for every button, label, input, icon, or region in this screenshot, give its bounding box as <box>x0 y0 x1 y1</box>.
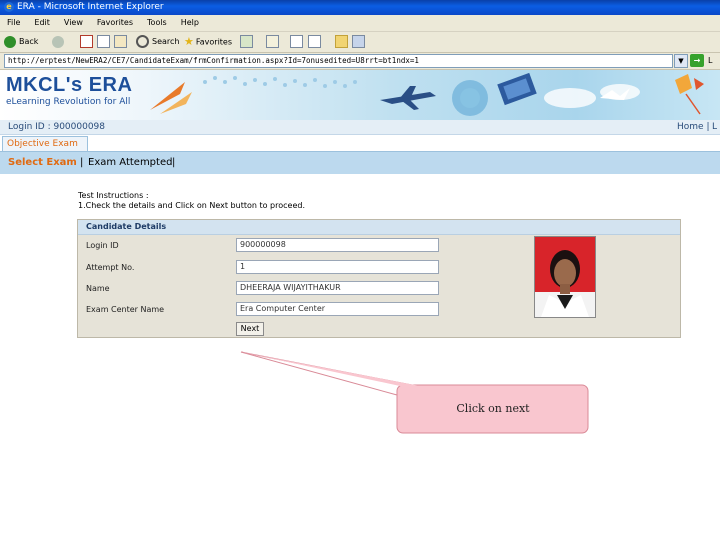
chevron-down-icon: ▼ <box>678 57 684 65</box>
name-label: Name <box>86 284 110 293</box>
airplane-graphic <box>380 86 436 110</box>
dotted-pattern <box>203 76 357 88</box>
name-field[interactable]: DHEERAJA WIJAYITHAKUR <box>236 281 439 295</box>
exam-center-field[interactable]: Era Computer Center <box>236 302 439 316</box>
home-button[interactable] <box>114 35 127 49</box>
print-icon <box>290 35 303 48</box>
window-title-bar: e ERA - Microsoft Internet Explorer <box>0 0 720 15</box>
logo-prefix: MKCL's <box>6 74 83 96</box>
instructions-title: Test Instructions : <box>78 191 149 200</box>
back-arrow-icon <box>4 35 16 48</box>
address-input[interactable]: http://erptest/NewERA2/CE7/CandidateExam… <box>4 54 673 68</box>
tab-row: Objective Exam <box>0 135 720 152</box>
candidate-details-panel: Candidate Details Login ID 900000098 Att… <box>77 219 681 338</box>
go-arrow-icon: → <box>693 56 701 65</box>
nav-separator: | <box>80 157 84 168</box>
login-id-field[interactable]: 900000098 <box>236 238 439 252</box>
research-button[interactable] <box>352 35 365 49</box>
home-link-label: Home <box>677 122 704 132</box>
back-label: Back <box>19 37 39 46</box>
stop-button[interactable] <box>80 35 93 49</box>
print-button[interactable] <box>290 35 303 49</box>
login-strip: Login ID : 900000098 Home | L <box>0 120 720 135</box>
callout-text: Click on next <box>456 402 530 415</box>
next-button[interactable]: Next <box>236 322 264 336</box>
menu-favorites[interactable]: Favorites <box>90 15 140 31</box>
address-bar: http://erptest/NewERA2/CE7/CandidateExam… <box>0 53 720 70</box>
favorites-button[interactable]: ★ Favorites <box>184 35 232 49</box>
folder-button[interactable] <box>335 35 348 49</box>
favorites-star-icon: ★ <box>184 35 194 48</box>
history-icon <box>240 35 253 48</box>
go-button[interactable]: → <box>690 54 704 67</box>
logout-link[interactable]: L <box>712 120 717 134</box>
favorites-label: Favorites <box>195 37 233 47</box>
menu-file[interactable]: File <box>0 15 27 31</box>
window-title: ERA - Microsoft Internet Explorer <box>17 2 164 12</box>
edit-icon <box>308 35 321 48</box>
candidate-details-header: Candidate Details <box>78 220 680 235</box>
links-label[interactable]: L <box>708 53 712 69</box>
swoosh-arrows <box>150 82 192 114</box>
search-label: Search <box>152 37 180 46</box>
attempt-no-label: Attempt No. <box>86 263 135 272</box>
home-icon <box>114 35 127 48</box>
menu-edit[interactable]: Edit <box>27 15 57 31</box>
logo-tagline: eLearning Revolution for All <box>6 97 131 107</box>
menu-help[interactable]: Help <box>174 15 206 31</box>
photo-portrait <box>535 237 595 317</box>
kite-graphic <box>675 74 704 115</box>
research-icon <box>352 35 365 48</box>
refresh-icon <box>97 35 110 48</box>
tab-objective-exam[interactable]: Objective Exam <box>2 136 88 151</box>
mail-icon <box>266 35 279 48</box>
folder-icon <box>335 35 348 48</box>
home-link[interactable]: Home | <box>677 120 710 134</box>
logo-era: ERA <box>88 74 133 96</box>
candidate-photo <box>534 236 596 318</box>
candidate-details-title: Candidate Details <box>86 222 167 231</box>
history-button[interactable] <box>240 35 253 49</box>
edit-button[interactable] <box>308 35 321 49</box>
stop-icon <box>80 35 93 48</box>
back-button[interactable]: Back <box>4 35 38 49</box>
address-dropdown[interactable]: ▼ <box>674 54 688 68</box>
keyboard-graphic <box>497 72 537 106</box>
search-button[interactable]: Search <box>136 35 179 49</box>
site-logo: MKCL's ERA <box>6 74 132 97</box>
forward-button[interactable] <box>52 35 67 49</box>
link-separator: | <box>706 122 710 132</box>
login-id-text: Login ID : 900000098 <box>8 122 106 132</box>
internet-explorer-icon: e <box>4 2 14 12</box>
menu-tools[interactable]: Tools <box>140 15 174 31</box>
login-id-label: Login ID <box>86 241 119 250</box>
search-icon <box>136 35 149 48</box>
mail-button[interactable] <box>266 35 279 49</box>
globe-graphic <box>452 80 488 116</box>
attempt-no-field[interactable]: 1 <box>236 260 439 274</box>
nav-exam-attempted[interactable]: Exam Attempted <box>88 152 172 174</box>
site-banner: MKCL's ERA eLearning Revolution for All <box>0 70 720 120</box>
browser-toolbar: Back Search ★ Favorites <box>0 32 720 53</box>
forward-arrow-icon <box>52 35 64 48</box>
refresh-button[interactable] <box>97 35 110 49</box>
nav-select-exam[interactable]: Select Exam <box>8 152 77 174</box>
menu-view[interactable]: View <box>57 15 90 31</box>
menu-bar: File Edit View Favorites Tools Help <box>0 15 720 32</box>
nav-separator: | <box>172 157 176 168</box>
exam-nav: Select Exam | Exam Attempted | <box>0 152 720 174</box>
instructions-line: 1.Check the details and Click on Next bu… <box>78 201 305 210</box>
exam-center-label: Exam Center Name <box>86 305 165 314</box>
